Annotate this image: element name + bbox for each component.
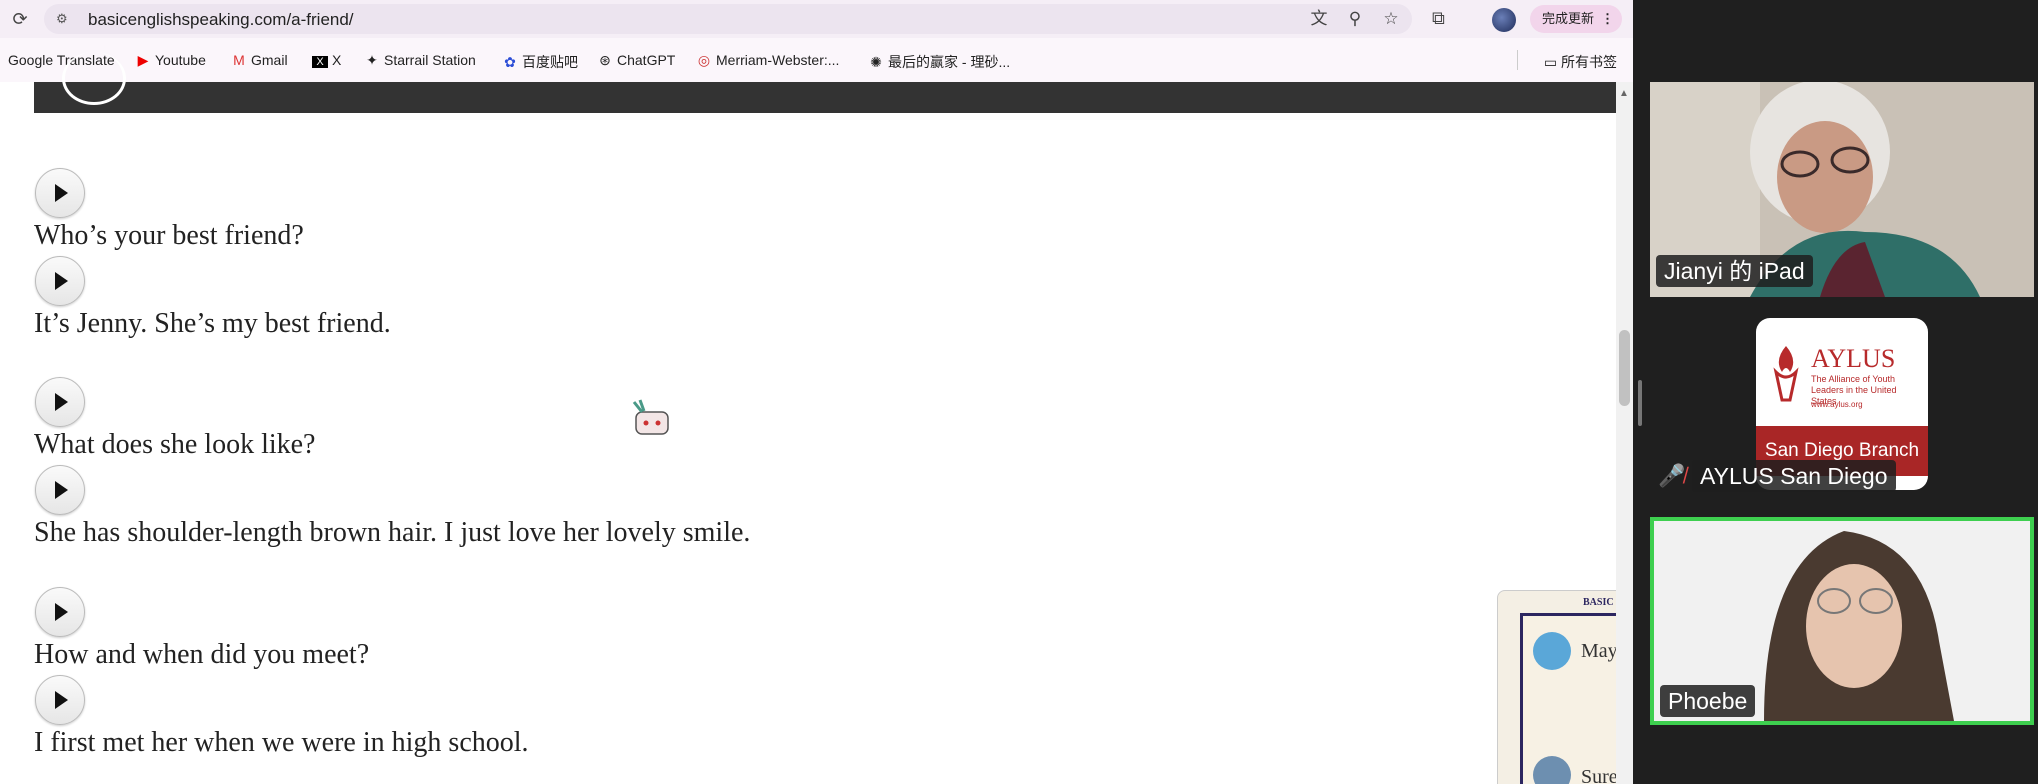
play-button[interactable]: [35, 465, 85, 515]
folder-icon: ▭: [1543, 54, 1561, 70]
web-page: Who’s your best friend? It’s Jenny. She’…: [0, 52, 1633, 784]
merriam-webster-icon: ◎: [697, 52, 711, 68]
starrail-icon: ✦: [366, 52, 378, 68]
gmail-icon: M: [233, 52, 245, 68]
browser-window: ⟳ ⚙ basicenglishspeaking.com/a-friend/ 文…: [0, 0, 1633, 784]
side-promo-card[interactable]: BASIC May Sure: [1497, 590, 1618, 784]
participant-name: Phoebe: [1660, 685, 1756, 717]
panel-resize-handle[interactable]: [1638, 380, 1642, 426]
more-menu-icon[interactable]: ⋮: [1601, 5, 1614, 33]
extensions-icon[interactable]: ⧉: [1432, 8, 1445, 29]
bookmark-baidu[interactable]: ✿ 百度贴吧: [502, 52, 578, 72]
bookmark-x[interactable]: XX: [312, 52, 341, 68]
promo-inner: May Sure: [1520, 613, 1618, 784]
play-button[interactable]: [35, 587, 85, 637]
play-button[interactable]: [35, 377, 85, 427]
aylus-title: AYLUS: [1811, 344, 1896, 373]
update-button[interactable]: 完成更新 ⋮: [1530, 5, 1622, 33]
youtube-icon: ▶: [137, 52, 149, 68]
avatar: [1533, 632, 1571, 670]
video-banner: [34, 52, 1616, 113]
dialogue-line: I first met her when we were in high sch…: [34, 727, 529, 758]
address-bar-row: ⟳ ⚙ basicenglishspeaking.com/a-friend/ 文…: [0, 0, 1633, 38]
bookmark-youtube[interactable]: ▶ Youtube: [135, 52, 206, 69]
all-bookmarks-button[interactable]: ▭ 所有书签: [1544, 52, 1617, 72]
dialogue-line: Who’s your best friend?: [34, 220, 304, 251]
promo-name: Sure: [1581, 766, 1618, 784]
x-icon: X: [312, 56, 328, 68]
scrollbar-thumb[interactable]: [1619, 330, 1630, 406]
avatar: [1533, 756, 1571, 784]
zoom-icon[interactable]: ⚲: [1344, 9, 1366, 29]
scrollbar[interactable]: [1616, 82, 1633, 784]
omnibox[interactable]: ⚙ basicenglishspeaking.com/a-friend/ 文 ⚲…: [44, 4, 1412, 34]
bookmark-starrail[interactable]: ✦ Starrail Station: [364, 52, 476, 69]
baidu-icon: ✿: [504, 54, 516, 70]
promo-name: May: [1581, 640, 1618, 662]
profile-avatar[interactable]: [1492, 8, 1516, 32]
bookmark-chatgpt[interactable]: ⊛ ChatGPT: [597, 52, 675, 69]
bookmark-gmail[interactable]: M Gmail: [231, 52, 287, 68]
banner-circle: [62, 52, 126, 105]
aylus-website: www.aylus.org: [1811, 400, 1863, 409]
update-button-label: 完成更新: [1542, 11, 1595, 26]
reload-icon[interactable]: ⟳: [8, 7, 32, 31]
participant-name: AYLUS San Diego: [1692, 460, 1896, 492]
play-button[interactable]: [35, 256, 85, 306]
dialogue-line: How and when did you meet?: [34, 639, 370, 670]
participant-name: Jianyi 的 iPad: [1656, 255, 1813, 287]
bookmark-icon: ✺: [870, 54, 882, 70]
omnibox-actions: 文 ⚲ ☆: [1308, 9, 1402, 29]
scroll-up-icon[interactable]: ▲: [1619, 88, 1629, 99]
translate-icon[interactable]: 文: [1308, 9, 1330, 29]
url-text[interactable]: basicenglishspeaking.com/a-friend/: [88, 10, 354, 30]
site-info-icon[interactable]: ⚙: [56, 11, 72, 27]
torch-icon: [1773, 346, 1799, 402]
bookmark-merriam-webster[interactable]: ◎ Merriam-Webster:...: [696, 52, 840, 69]
muted-mic-icon: 🎤̸: [1658, 463, 1686, 488]
participant-video-jianyi[interactable]: Jianyi 的 iPad: [1650, 82, 2034, 297]
bookmarks-divider: [1517, 50, 1518, 70]
participant-video-phoebe[interactable]: Phoebe: [1650, 517, 2034, 725]
bookmarks-bar: Google Translate ▶ Youtube M Gmail XX ✦ Sta…: [0, 38, 1633, 82]
play-button[interactable]: [35, 675, 85, 725]
play-button[interactable]: [35, 168, 85, 218]
mascot-sticker: [632, 399, 669, 435]
dialogue-line: It’s Jenny. She’s my best friend.: [34, 308, 391, 339]
bookmark-star-icon[interactable]: ☆: [1380, 9, 1402, 29]
bookmark-last-winner[interactable]: ✺ 最后的赢家 - 理砂...: [868, 52, 1010, 72]
participant-tile-aylus[interactable]: AYLUS The Alliance of Youth Leaders in t…: [1650, 300, 2034, 510]
dialogue-line: What does she look like?: [34, 429, 316, 460]
chatgpt-icon: ⊛: [599, 52, 611, 68]
dialogue-line: She has shoulder-length brown hair. I ju…: [34, 517, 751, 548]
promo-brand: BASIC: [1583, 597, 1614, 608]
